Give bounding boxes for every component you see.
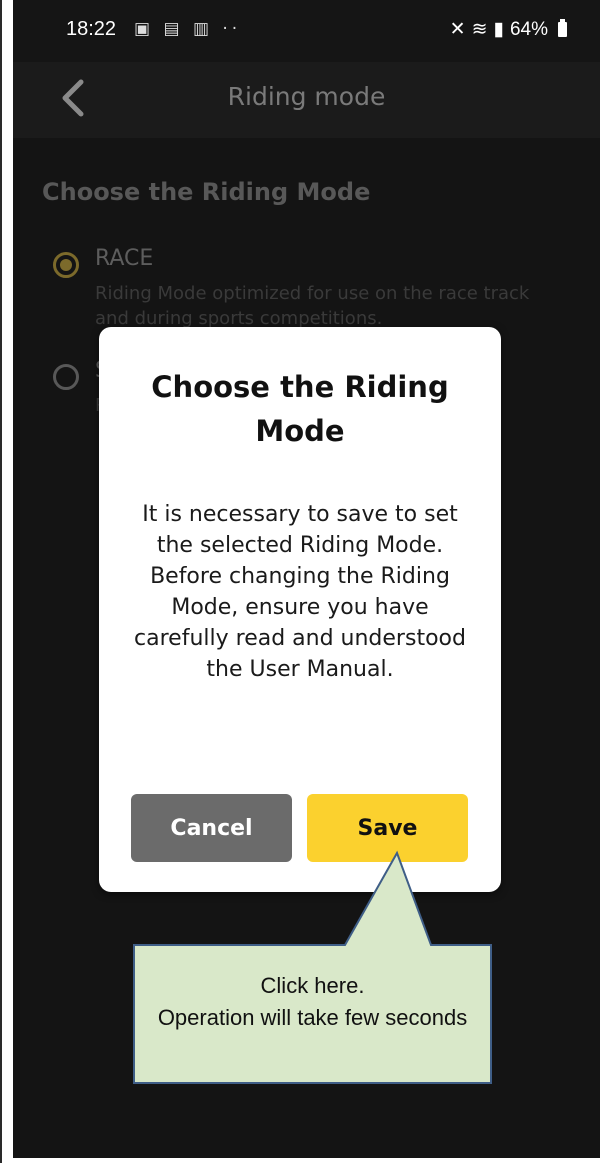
confirm-dialog: Choose the Riding Mode It is necessary t… [99,327,501,892]
gallery-icon: ▣ [134,19,155,39]
radio-second[interactable] [53,364,79,390]
tech-icon: ▥ [192,19,213,39]
frame-border [0,0,2,1163]
mode-option-race[interactable]: RACE Riding Mode optimized for use on th… [13,242,600,332]
callout-line-1: Click here. [260,972,365,998]
mode-desc-race: Riding Mode optimized for use on the rac… [95,283,530,329]
dialog-message: It is necessary to save to set the selec… [134,502,466,682]
save-button[interactable]: Save [307,794,468,862]
page-title: Riding mode [227,82,386,111]
dialog-title: Choose the Riding Mode [151,370,449,448]
signal-icon: ▮ [493,19,504,40]
status-notification-icons: ▣ ▤ ▥ ·· [134,19,241,39]
callout-note: Click here. Operation will take few seco… [134,920,491,1083]
status-bar: 18:22 ▣ ▤ ▥ ·· ✕ ≋ ▮ 64% [13,0,600,62]
wifi-icon: ≋ [471,19,488,40]
battery-percent: 64% [509,18,548,40]
more-dots: ·· [222,19,242,39]
status-time: 18:22 [66,18,117,40]
notification-icon: ▤ [163,19,184,39]
callout-line-2: Operation will take few seconds [157,1004,468,1030]
app-bar: Riding mode [13,62,600,138]
radio-race[interactable] [53,252,79,278]
mode-label-race: RACE [95,246,154,271]
battery-icon [558,19,567,37]
section-title: Choose the Riding Mode [42,178,371,206]
status-right: ✕ ≋ ▮ 64% [450,18,567,41]
cancel-button[interactable]: Cancel [131,794,292,862]
mute-icon: ✕ [449,19,466,40]
